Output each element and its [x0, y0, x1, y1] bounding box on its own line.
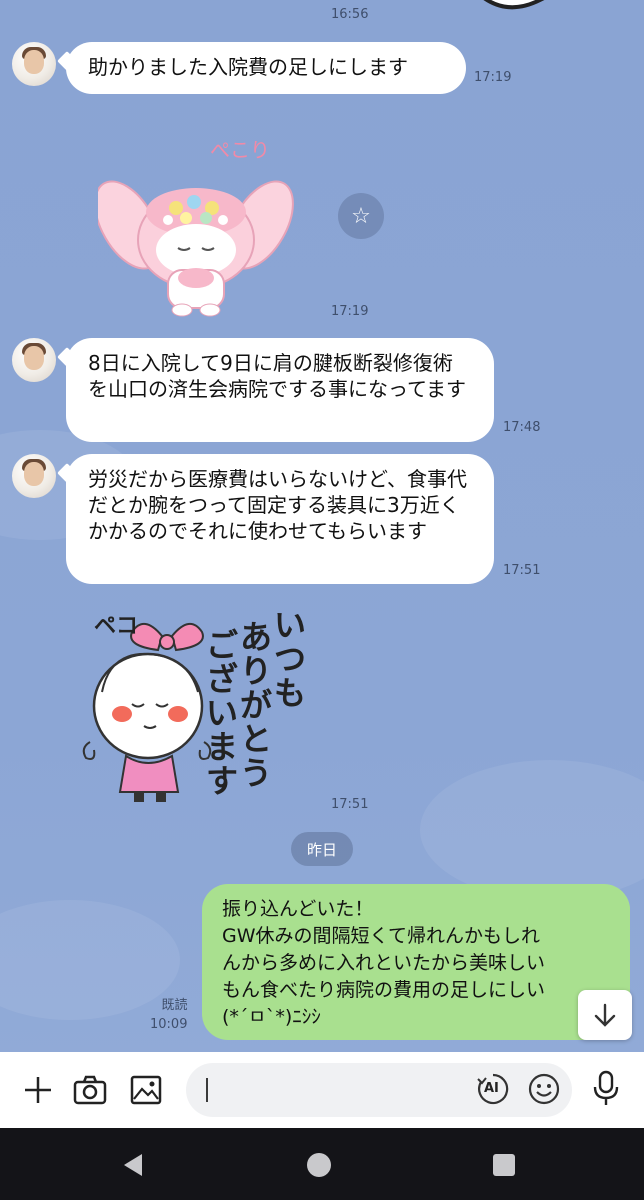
- system-navigation-bar: [0, 1128, 644, 1200]
- ai-icon[interactable]: AI: [476, 1072, 510, 1106]
- message-input[interactable]: [186, 1063, 572, 1117]
- sticker-text-line3: ございます: [206, 626, 239, 800]
- message-bubble[interactable]: 助かりました入院費の足しにします: [66, 42, 466, 94]
- avatar[interactable]: [12, 42, 56, 86]
- message-time: 17:51: [503, 563, 541, 578]
- arrow-down-icon: [594, 1003, 616, 1027]
- image-icon[interactable]: [126, 1070, 166, 1110]
- message-text: 労災だから医療費はいらないけど、食事代だとか腕をつって固定する装具に3万近くかか…: [88, 467, 467, 543]
- message-bubble-outgoing[interactable]: 振り込んどいた！ GW休みの間隔短くて帰れんかもしれ んから多めに入れといたから…: [202, 884, 630, 1040]
- message-time: 17:48: [503, 420, 541, 435]
- avatar[interactable]: [12, 338, 56, 382]
- microphone-icon[interactable]: [592, 1070, 620, 1108]
- message-time: 16:56: [331, 7, 369, 22]
- message-time: 17:19: [331, 304, 369, 319]
- chat-area[interactable]: 16:56 助かりました入院費の足しにします 17:19 ぺこり ☆ 17:19…: [0, 0, 644, 1052]
- message-text: 8日に入院して9日に肩の腱板断裂修復術を山口の済生会病院でする事になってます: [88, 351, 466, 401]
- message-time: 17:51: [331, 797, 369, 812]
- message-line: 振り込んどいた！: [222, 898, 374, 920]
- message-text: 助かりました入院費の足しにします: [88, 55, 408, 79]
- sticker-text-line2: ありがとう: [240, 618, 273, 792]
- sticker-bunny[interactable]: ぺこり: [94, 130, 298, 320]
- partial-sticker: [483, 0, 545, 10]
- text-cursor: [206, 1078, 208, 1102]
- plus-icon[interactable]: [18, 1070, 58, 1110]
- message-line: (*´ㅁ`*)ﾆｼｼ: [222, 1006, 321, 1028]
- camera-icon[interactable]: [70, 1070, 110, 1110]
- avatar[interactable]: [12, 454, 56, 498]
- back-icon[interactable]: [120, 1152, 146, 1178]
- message-bubble[interactable]: 8日に入院して9日に肩の腱板断裂修復術を山口の済生会病院でする事になってます: [66, 338, 494, 442]
- scroll-to-bottom-button[interactable]: [578, 990, 632, 1040]
- background-cloud: [420, 760, 644, 900]
- sticker-caption: ぺこり: [210, 138, 270, 162]
- sticker-arigatou[interactable]: ペコ いつも ありがとう ございます: [76, 606, 316, 806]
- date-separator: 昨日: [291, 832, 353, 866]
- message-time: 17:19: [474, 70, 512, 85]
- ai-label: AI: [484, 1081, 499, 1096]
- read-receipt: 既読 10:09: [150, 996, 187, 1034]
- star-icon: ☆: [351, 203, 371, 229]
- read-label: 既読: [161, 998, 188, 1013]
- favorite-sticker-button[interactable]: ☆: [338, 193, 384, 239]
- emoji-icon[interactable]: [527, 1072, 561, 1106]
- sticker-text-peko: ペコ: [94, 614, 139, 639]
- home-icon[interactable]: [306, 1152, 332, 1178]
- message-time: 10:09: [150, 1017, 188, 1032]
- message-line: んから多めに入れといたから美味しい: [222, 952, 546, 974]
- sticker-text-line1: いつも: [274, 606, 307, 712]
- message-bubble[interactable]: 労災だから医療費はいらないけど、食事代だとか腕をつって固定する装具に3万近くかか…: [66, 454, 494, 584]
- message-line: GW休みの間隔短くて帰れんかもしれ: [222, 925, 540, 947]
- recents-icon[interactable]: [492, 1153, 516, 1177]
- message-line: もん食べたり病院の費用の足しにしい: [222, 979, 546, 1001]
